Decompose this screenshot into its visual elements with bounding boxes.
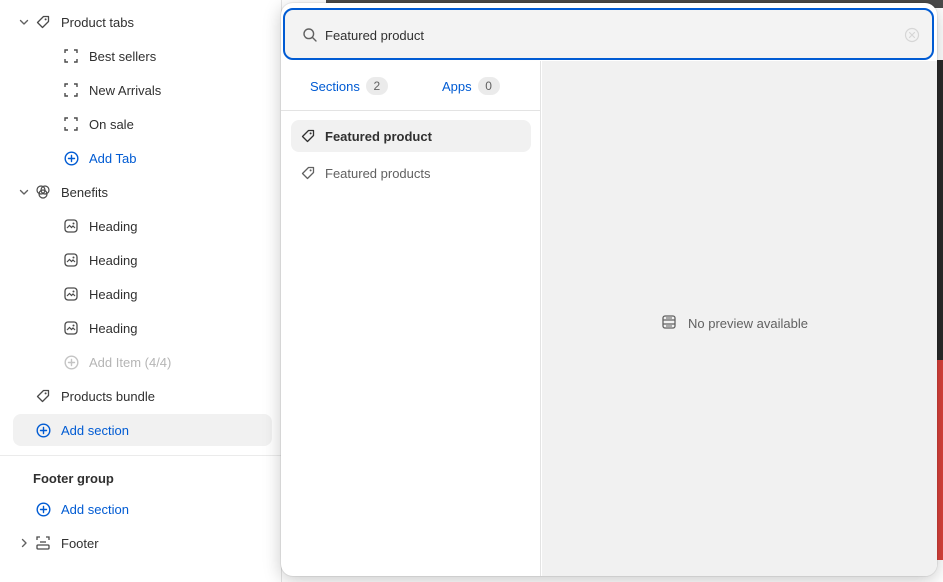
add-section-label: Add section <box>61 501 129 517</box>
add-item-label: Add Item (4/4) <box>89 354 172 370</box>
sidebar-block-best-sellers[interactable]: Best sellers <box>13 40 272 72</box>
block-label: New Arrivals <box>89 82 162 98</box>
group-divider <box>0 455 282 456</box>
block-label: Heading <box>89 218 138 234</box>
plus-circle-icon <box>35 422 51 438</box>
results-tabs: Sections 2 Apps 0 <box>281 61 541 111</box>
result-label: Featured products <box>325 165 431 181</box>
tag-icon <box>35 14 51 30</box>
add-section-popover: Sections 2 Apps 0 Featured product Featu… <box>281 3 937 576</box>
result-item-featured-products[interactable]: Featured products <box>291 157 531 189</box>
overlapping-circles-icon <box>35 184 51 200</box>
sidebar-block-heading[interactable]: Heading <box>13 210 272 242</box>
tag-icon <box>300 165 316 181</box>
tab-count-badge: 0 <box>477 77 500 95</box>
sidebar-item-product-tabs[interactable]: Product tabs <box>13 6 272 38</box>
footer-add-section-button[interactable]: Add section <box>13 493 272 525</box>
image-icon <box>63 286 79 302</box>
tab-label: Sections <box>310 78 360 94</box>
tag-icon <box>300 128 316 144</box>
preview-image-strip <box>936 60 943 360</box>
image-icon <box>63 252 79 268</box>
add-tab-button[interactable]: Add Tab <box>13 142 272 174</box>
tab-sections[interactable]: Sections 2 <box>310 77 388 95</box>
add-item-button-disabled: Add Item (4/4) <box>13 346 272 378</box>
result-item-featured-product[interactable]: Featured product <box>291 120 531 152</box>
block-label: Heading <box>89 320 138 336</box>
plus-circle-icon <box>63 150 79 166</box>
chevron-down-icon[interactable] <box>17 185 31 199</box>
sidebar-block-on-sale[interactable]: On sale <box>13 108 272 140</box>
plus-circle-icon <box>63 354 79 370</box>
block-dashed-square-icon <box>63 48 79 64</box>
search-input[interactable] <box>325 23 885 47</box>
sidebar-item-footer[interactable]: Footer <box>13 527 272 559</box>
no-preview-message: No preview available <box>662 315 808 332</box>
search-icon <box>302 27 318 43</box>
block-dashed-square-icon <box>63 116 79 132</box>
tab-label: Apps <box>442 78 472 94</box>
plus-circle-icon <box>35 501 51 517</box>
block-label: On sale <box>89 116 134 132</box>
block-label: Heading <box>89 252 138 268</box>
chevron-down-icon[interactable] <box>17 15 31 29</box>
add-section-label: Add section <box>61 422 129 438</box>
tab-apps[interactable]: Apps 0 <box>442 77 500 95</box>
add-tab-label: Add Tab <box>89 150 137 166</box>
sidebar-item-label: Benefits <box>61 184 108 200</box>
sidebar-block-heading[interactable]: Heading <box>13 312 272 344</box>
no-preview-label: No preview available <box>688 316 808 331</box>
result-label: Featured product <box>325 128 432 144</box>
image-icon <box>63 320 79 336</box>
search-field[interactable] <box>283 8 934 60</box>
footer-layout-icon <box>35 535 51 551</box>
sidebar-item-benefits[interactable]: Benefits <box>13 176 272 208</box>
layout-icon <box>662 315 676 332</box>
block-label: Best sellers <box>89 48 157 64</box>
results-panel: Sections 2 Apps 0 Featured product Featu… <box>281 61 541 576</box>
sidebar-block-new-arrivals[interactable]: New Arrivals <box>13 74 272 106</box>
sidebar-block-heading[interactable]: Heading <box>13 278 272 310</box>
block-dashed-square-icon <box>63 82 79 98</box>
tab-count-badge: 2 <box>365 77 388 95</box>
add-section-button[interactable]: Add section <box>13 414 272 446</box>
sections-sidebar: Product tabs Best sellers New Arrivals O… <box>0 0 282 582</box>
sidebar-block-heading[interactable]: Heading <box>13 244 272 276</box>
image-icon <box>63 218 79 234</box>
sidebar-item-label: Footer <box>61 535 99 551</box>
sidebar-item-products-bundle[interactable]: Products bundle <box>13 380 272 412</box>
block-label: Heading <box>89 286 138 302</box>
sidebar-item-label: Product tabs <box>61 14 134 30</box>
preview-banner-strip <box>936 360 943 560</box>
preview-panel: No preview available <box>542 61 937 576</box>
tag-icon <box>35 388 51 404</box>
footer-group-title: Footer group <box>33 471 114 486</box>
clear-search-icon[interactable] <box>904 27 920 43</box>
sidebar-item-label: Products bundle <box>61 388 155 404</box>
chevron-right-icon[interactable] <box>17 536 31 550</box>
